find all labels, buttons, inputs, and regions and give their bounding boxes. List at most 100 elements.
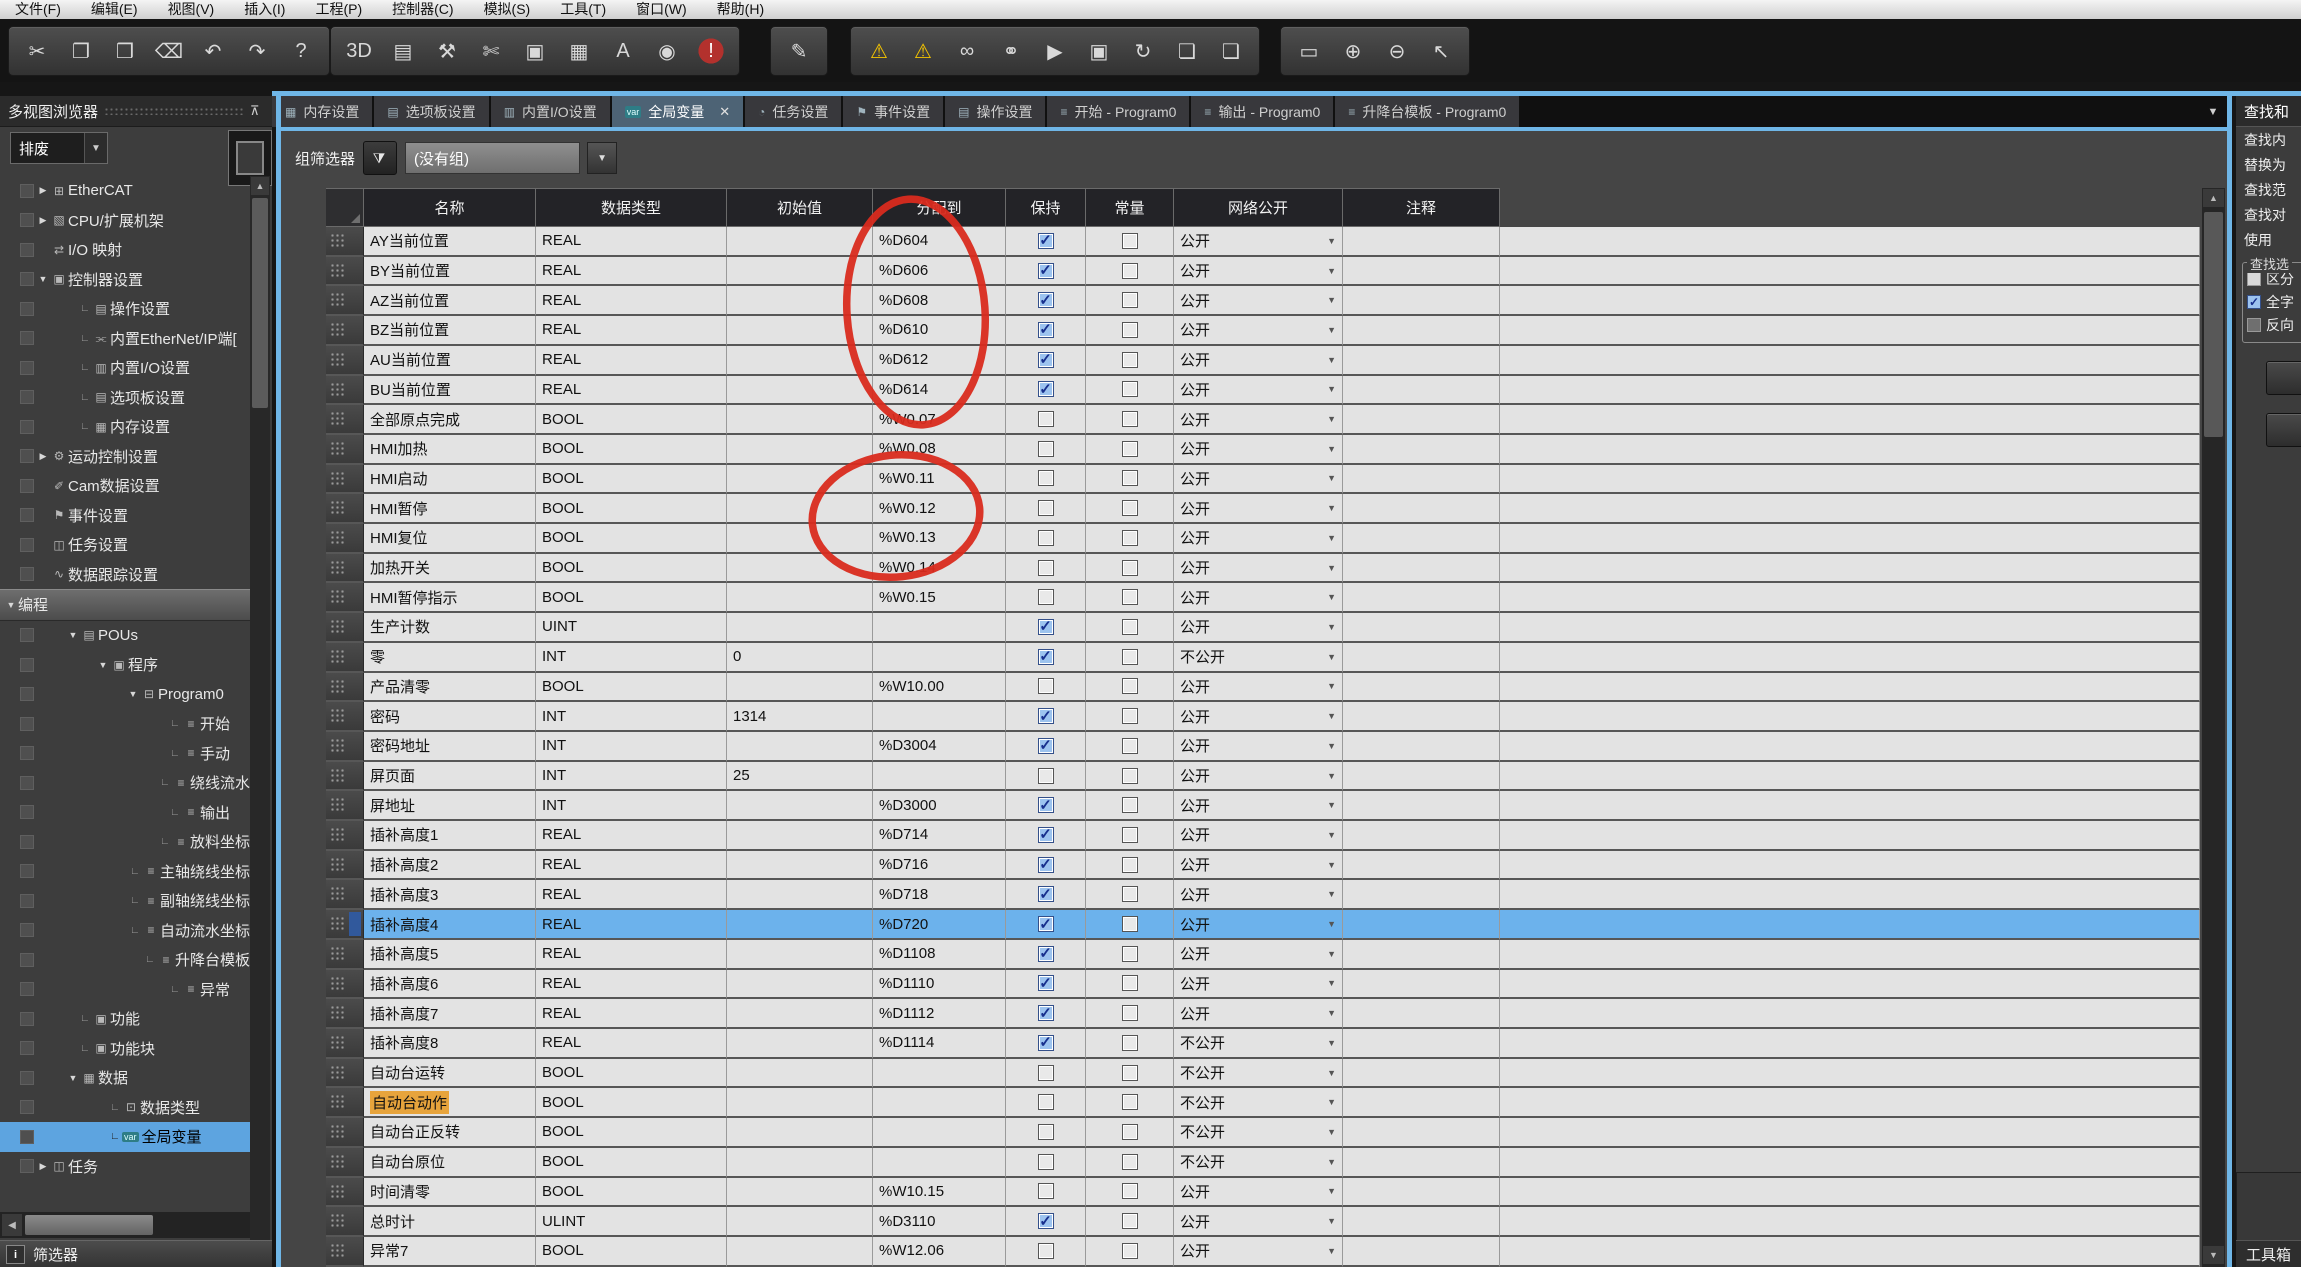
find-field-查找对[interactable]: 查找对: [2236, 202, 2301, 227]
cell-name[interactable]: HMI暂停指示: [364, 583, 536, 613]
retain-checkbox[interactable]: ✓: [1038, 857, 1054, 873]
cell-network-publish[interactable]: 公开▼: [1174, 702, 1343, 732]
cell-name[interactable]: 时间清零: [364, 1178, 536, 1208]
cell-name[interactable]: 插补高度2: [364, 851, 536, 881]
cell-constant[interactable]: [1086, 316, 1174, 346]
cell-retain[interactable]: [1006, 1118, 1086, 1148]
sidebar-item-异常[interactable]: ∟≡异常: [0, 975, 250, 1005]
text-search-icon[interactable]: A: [603, 32, 643, 70]
cell-constant[interactable]: [1086, 613, 1174, 643]
copy-icon[interactable]: ❐: [61, 32, 101, 70]
cell-name[interactable]: 密码地址: [364, 732, 536, 762]
cell-network-publish[interactable]: 公开▼: [1174, 405, 1343, 435]
cell-initial-value[interactable]: [727, 999, 873, 1029]
tree-expand-icon[interactable]: ▼: [36, 274, 50, 284]
retain-checkbox[interactable]: ✓: [1038, 619, 1054, 635]
sidebar-item-功能块[interactable]: ∟▣功能块: [0, 1034, 250, 1064]
constant-checkbox[interactable]: [1122, 946, 1138, 962]
cell-constant[interactable]: [1086, 732, 1174, 762]
cell-retain[interactable]: ✓: [1006, 910, 1086, 940]
cell-network-publish[interactable]: 公开▼: [1174, 1207, 1343, 1237]
cell-name[interactable]: 总时计: [364, 1207, 536, 1237]
cell-at-address[interactable]: %D610: [873, 316, 1006, 346]
cell-data-type[interactable]: INT: [536, 732, 727, 762]
chevron-down-icon[interactable]: ▼: [1327, 384, 1336, 394]
retain-checkbox[interactable]: ✓: [1038, 975, 1054, 991]
table-row[interactable]: 零INT0✓不公开▼: [326, 643, 2200, 673]
chevron-down-icon[interactable]: ▼: [1327, 949, 1336, 959]
menu-item-F[interactable]: 文件(F): [0, 0, 76, 19]
sidebar-item-输出[interactable]: ∟≡输出: [0, 798, 250, 828]
panel-drag-texture[interactable]: [104, 107, 244, 115]
cell-data-type[interactable]: REAL: [536, 227, 727, 257]
cell-retain[interactable]: [1006, 465, 1086, 495]
cell-network-publish[interactable]: 公开▼: [1174, 435, 1343, 465]
cell-data-type[interactable]: BOOL: [536, 1118, 727, 1148]
retain-checkbox[interactable]: [1038, 1124, 1054, 1140]
cell-retain[interactable]: [1006, 1237, 1086, 1267]
cell-retain[interactable]: ✓: [1006, 257, 1086, 287]
cell-at-address[interactable]: [873, 1118, 1006, 1148]
cell-retain[interactable]: [1006, 1148, 1086, 1178]
tab-事件设置[interactable]: ⚑事件设置: [843, 96, 943, 127]
paste-icon[interactable]: ❒: [105, 32, 145, 70]
cell-network-publish[interactable]: 公开▼: [1174, 791, 1343, 821]
cell-retain[interactable]: [1006, 554, 1086, 584]
chevron-down-icon[interactable]: ▼: [1327, 830, 1336, 840]
row-handle[interactable]: [326, 702, 364, 732]
sidebar-item-程序[interactable]: ▼▣程序: [0, 650, 250, 680]
tree-expand-icon[interactable]: ▼: [66, 630, 80, 640]
chevron-down-icon[interactable]: ▼: [1327, 1127, 1336, 1137]
table-row[interactable]: 插补高度6REAL%D1110✓公开▼: [326, 970, 2200, 1000]
cell-network-publish[interactable]: 公开▼: [1174, 494, 1343, 524]
cell-name[interactable]: BZ当前位置: [364, 316, 536, 346]
filter-pane-bar[interactable]: i 筛选器: [0, 1240, 272, 1267]
cell-at-address[interactable]: %D718: [873, 880, 1006, 910]
column-header-初始值[interactable]: 初始值: [727, 188, 873, 227]
retain-checkbox[interactable]: ✓: [1038, 1213, 1054, 1229]
cell-at-address[interactable]: %D1114: [873, 1029, 1006, 1059]
retain-checkbox[interactable]: ✓: [1038, 381, 1054, 397]
cell-data-type[interactable]: REAL: [536, 346, 727, 376]
cell-network-publish[interactable]: 公开▼: [1174, 465, 1343, 495]
cell-network-publish[interactable]: 公开▼: [1174, 673, 1343, 703]
undo-icon[interactable]: ↶: [193, 32, 233, 70]
cell-network-publish[interactable]: 公开▼: [1174, 821, 1343, 851]
chevron-down-icon[interactable]: ▼: [1327, 236, 1336, 246]
cell-initial-value[interactable]: [727, 970, 873, 1000]
cell-initial-value[interactable]: [727, 1178, 873, 1208]
frame-select-icon[interactable]: ▭: [1289, 32, 1329, 70]
cell-comment[interactable]: [1343, 524, 1500, 554]
row-handle[interactable]: [326, 316, 364, 346]
constant-checkbox[interactable]: [1122, 1243, 1138, 1259]
controller-selector[interactable]: 排废 ▼: [10, 132, 108, 164]
cell-data-type[interactable]: BOOL: [536, 465, 727, 495]
transfer-to-icon[interactable]: ❏: [1167, 32, 1207, 70]
table-row[interactable]: 屏页面INT25公开▼: [326, 762, 2200, 792]
column-header-保持[interactable]: 保持: [1006, 188, 1086, 227]
cell-retain[interactable]: [1006, 524, 1086, 554]
row-handle[interactable]: [326, 673, 364, 703]
cell-network-publish[interactable]: 公开▼: [1174, 316, 1343, 346]
cell-data-type[interactable]: REAL: [536, 376, 727, 406]
sidebar-item-Program0[interactable]: ▼⊟Program0: [0, 680, 250, 710]
cell-initial-value[interactable]: [727, 613, 873, 643]
row-handle[interactable]: [326, 970, 364, 1000]
tree-expand-icon[interactable]: ▶: [36, 1161, 50, 1172]
cell-comment[interactable]: [1343, 494, 1500, 524]
cell-initial-value[interactable]: [727, 435, 873, 465]
chevron-down-icon[interactable]: ▼: [1327, 1038, 1336, 1048]
cell-comment[interactable]: [1343, 732, 1500, 762]
cell-data-type[interactable]: UINT: [536, 613, 727, 643]
table-row[interactable]: 自动台运转BOOL不公开▼: [326, 1059, 2200, 1089]
constant-checkbox[interactable]: [1122, 1213, 1138, 1229]
table-row[interactable]: HMI暂停BOOL%W0.12公开▼: [326, 494, 2200, 524]
cell-name[interactable]: 插补高度4: [364, 910, 536, 940]
cell-comment[interactable]: [1343, 257, 1500, 287]
row-handle[interactable]: [326, 613, 364, 643]
cell-initial-value[interactable]: [727, 286, 873, 316]
constant-checkbox[interactable]: [1122, 916, 1138, 932]
retain-checkbox[interactable]: [1038, 530, 1054, 546]
table-icon[interactable]: ▦: [559, 32, 599, 70]
table-row[interactable]: 插补高度5REAL%D1108✓公开▼: [326, 940, 2200, 970]
